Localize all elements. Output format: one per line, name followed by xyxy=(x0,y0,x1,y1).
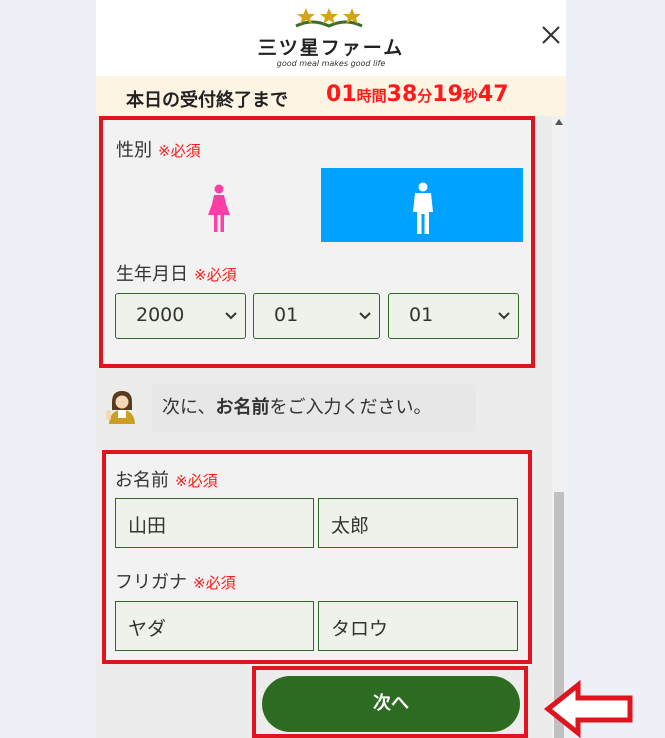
timer-minutes: 38 xyxy=(386,82,418,107)
close-icon[interactable] xyxy=(540,24,562,46)
highlight-gender-birthdate xyxy=(99,116,535,368)
deadline-bar: 本日の受付終了まで 01時間38分19秒47 xyxy=(96,76,566,116)
assistant-avatar xyxy=(106,391,135,424)
phone-frame: 三ツ星ファーム good meal makes good life 本日の受付終… xyxy=(96,0,566,738)
assistant-message-suffix: をご入力ください。 xyxy=(269,397,432,418)
scrollbar[interactable] xyxy=(552,116,566,738)
scroll-up-arrow-icon[interactable] xyxy=(555,119,563,125)
timer-hours-unit: 時間 xyxy=(356,87,387,105)
logo: 三ツ星ファーム good meal makes good life xyxy=(246,6,416,70)
deadline-label: 本日の受付終了まで xyxy=(126,90,288,111)
brand-name: 三ツ星ファーム xyxy=(257,37,405,59)
timer-centis: 47 xyxy=(477,82,509,107)
form-scroll-area: 性別 ※必須 生年月日 ※必須 2000 01 01 次に、お名前をご入力くださ… xyxy=(96,116,552,738)
timer-seconds-unit: 秒 xyxy=(462,87,478,105)
pointer-arrow-icon xyxy=(543,680,633,738)
assistant-message-bold: お名前 xyxy=(215,397,270,418)
brand-tagline: good meal makes good life xyxy=(276,59,386,68)
timer-hours: 01 xyxy=(326,82,357,107)
timer-seconds: 19 xyxy=(432,82,463,107)
highlight-name-fields xyxy=(102,450,532,664)
header: 三ツ星ファーム good meal makes good life xyxy=(96,0,566,76)
timer-minutes-unit: 分 xyxy=(417,87,433,105)
highlight-next-button xyxy=(252,666,528,738)
countdown-timer: 01時間38分19秒47 xyxy=(326,82,509,107)
assistant-message: 次に、お名前をご入力ください。 xyxy=(152,384,476,432)
assistant-message-prefix: 次に、 xyxy=(162,397,216,418)
stars-icon xyxy=(295,8,363,28)
